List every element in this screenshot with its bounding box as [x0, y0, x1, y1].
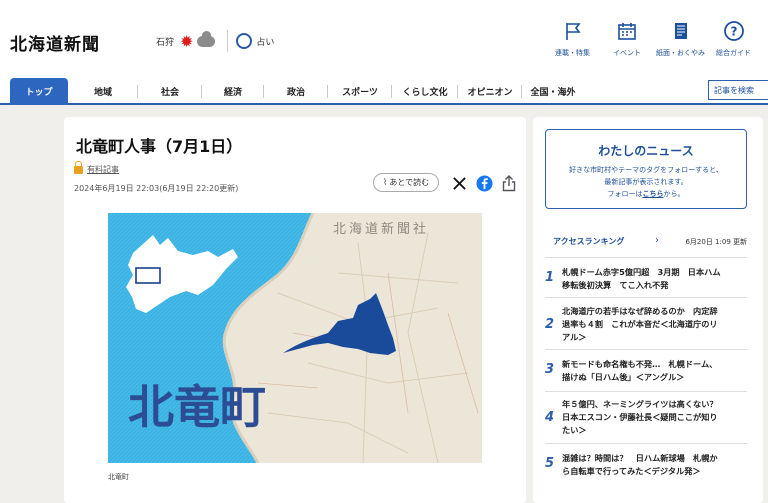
- clip-icon: ⌇: [382, 177, 388, 188]
- site-header: 北海道新聞 石狩 ✹ 占い 連載・特集 イベント 紙面・おくやみ ? 総合ガイド: [0, 0, 768, 76]
- nav-paper[interactable]: 紙面・おくやみ: [656, 20, 705, 64]
- my-news-title: わたしのニュース: [598, 144, 694, 158]
- weather-widget[interactable]: 石狩 ✹ 占い: [156, 30, 274, 52]
- list-item[interactable]: 5 混雑は？時間は？ 日ハム新球場 札幌か ら自転車で行ってみた＜デジタル発＞: [545, 443, 747, 483]
- nav-events[interactable]: イベント: [613, 20, 641, 64]
- chevron-right-icon: ›: [655, 235, 659, 246]
- article-date: 2024年6月19日 22:03(6月19日 22:20更新): [74, 184, 239, 193]
- calendar-icon: [616, 20, 638, 42]
- fortune-link[interactable]: 占い: [256, 35, 274, 48]
- list-item[interactable]: 3 新モードも命名権も不発… 札幌ドーム、 描けぬ「日ハム後」＜アングル＞: [545, 349, 747, 391]
- share-button[interactable]: [500, 174, 518, 192]
- image-watermark: 北海道新聞社: [333, 221, 429, 237]
- svg-text:?: ?: [730, 25, 737, 39]
- tab-society[interactable]: 社会: [138, 78, 202, 105]
- ranking-title: アクセスランキング: [553, 237, 625, 246]
- my-news-description: 好きな市町村やテーマのタグをフォローすると、 最新記事が表示されます。 フォロー…: [569, 166, 723, 198]
- fortune-icon: [236, 33, 253, 49]
- tab-culture[interactable]: くらし文化: [392, 78, 458, 105]
- weather-location: 石狩: [156, 37, 175, 48]
- cloud-icon: [197, 30, 216, 47]
- read-later-button[interactable]: ⌇ あとで読む: [373, 173, 439, 192]
- tab-national[interactable]: 全国・海外: [522, 78, 584, 105]
- newspaper-icon: [670, 20, 692, 42]
- category-nav: トップ 地域 社会 経済 政治 スポーツ くらし文化 オピニオン 全国・海外 記…: [0, 76, 768, 105]
- tab-region[interactable]: 地域: [68, 78, 138, 105]
- facebook-icon: [475, 174, 493, 192]
- x-icon: [452, 176, 466, 190]
- article-card: 北竜町人事（7月1日） 有料記事 2024年6月19日 22:03(6月19日 …: [64, 117, 526, 503]
- tab-economy[interactable]: 経済: [202, 78, 264, 105]
- image-title: 北竜町: [128, 380, 266, 434]
- lock-icon: [74, 160, 83, 174]
- ranking-updated: 6月20日 1:09 更新: [685, 238, 747, 246]
- nav-guide[interactable]: ? 総合ガイド: [716, 20, 751, 64]
- share-icon: [502, 174, 516, 191]
- ranking-header[interactable]: アクセスランキング › 6月20日 1:09 更新: [545, 235, 747, 251]
- list-item[interactable]: 1 札幌ドーム赤字5億円超 3月期 日本ハム 移転後初決算 てこ入れ不発: [545, 257, 747, 297]
- x-share-button[interactable]: [450, 174, 468, 192]
- tab-sports[interactable]: スポーツ: [328, 78, 392, 105]
- list-item[interactable]: 2 北海道庁の若手はなぜ辞めるのか 内定辞 退率も４割 これが本音だ＜北海道庁の…: [545, 297, 747, 349]
- follow-link[interactable]: こちら: [643, 190, 664, 198]
- nav-series[interactable]: 連載・特集: [555, 20, 590, 64]
- sun-icon: ✹: [180, 31, 194, 51]
- flag-icon: [562, 20, 584, 42]
- tab-politics[interactable]: 政治: [264, 78, 328, 105]
- article-image[interactable]: 北海道新聞社 北竜町: [108, 213, 482, 463]
- paid-badge: 有料記事: [74, 160, 119, 175]
- image-caption: 北竜町: [108, 473, 129, 481]
- help-icon: ?: [723, 20, 745, 42]
- tab-top[interactable]: トップ: [10, 78, 68, 105]
- search-input[interactable]: 記事を検索: [708, 80, 768, 100]
- list-item[interactable]: 4 年５億円、ネーミングライツは高くない？ 日本エスコン・伊藤社長＜疑問ここが知…: [545, 391, 747, 443]
- site-logo[interactable]: 北海道新聞: [10, 30, 100, 55]
- page-title: 北竜町人事（7月1日）: [76, 137, 243, 156]
- my-news-box[interactable]: わたしのニュース 好きな市町村やテーマのタグをフォローすると、 最新記事が表示さ…: [545, 129, 747, 209]
- facebook-share-button[interactable]: [475, 174, 493, 192]
- tab-opinion[interactable]: オピニオン: [458, 78, 522, 105]
- ranking-list: 1 札幌ドーム赤字5億円超 3月期 日本ハム 移転後初決算 てこ入れ不発 2 北…: [545, 257, 747, 483]
- sidebar: わたしのニュース 好きな市町村やテーマのタグをフォローすると、 最新記事が表示さ…: [533, 117, 763, 503]
- divider: [227, 30, 229, 52]
